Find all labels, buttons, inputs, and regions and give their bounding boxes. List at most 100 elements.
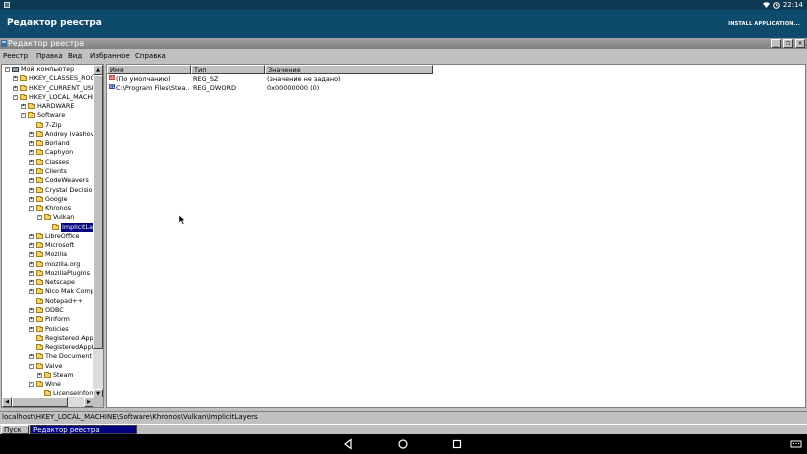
- column-name[interactable]: Имя: [107, 65, 191, 74]
- tree-item[interactable]: + MozillaPlugins: [2, 269, 94, 278]
- expand-icon[interactable]: +: [29, 187, 34, 193]
- expand-icon[interactable]: +: [29, 159, 34, 165]
- folder-icon: [36, 195, 43, 202]
- scroll-left-button[interactable]: ◀: [2, 397, 12, 407]
- tree-item[interactable]: + Crystal Decisions: [2, 186, 94, 195]
- tree-item[interactable]: - Software: [2, 111, 94, 120]
- tree-vertical-scrollbar[interactable]: ▲ ▼: [93, 65, 103, 399]
- install-application-button[interactable]: INSTALL APPLICATION...: [728, 21, 800, 27]
- tree-item[interactable]: + HKEY_CURRENT_USER: [2, 84, 94, 93]
- expand-icon[interactable]: +: [29, 354, 34, 360]
- collapse-icon[interactable]: -: [29, 363, 34, 369]
- expand-icon[interactable]: +: [29, 261, 34, 267]
- tree-item[interactable]: + Caphyon: [2, 148, 94, 157]
- value-row[interactable]: ab (По умолчанию) REG_SZ (значение не за…: [107, 75, 437, 84]
- collapse-icon[interactable]: -: [21, 113, 26, 119]
- tree-item-label: Registered Applic: [45, 333, 94, 342]
- start-button[interactable]: Пуск: [1, 425, 29, 434]
- expand-icon[interactable]: +: [29, 270, 34, 276]
- minimize-button[interactable]: _: [771, 39, 781, 48]
- expand-icon[interactable]: +: [37, 372, 42, 378]
- tree-item[interactable]: - Wine: [2, 380, 94, 389]
- tree-item[interactable]: Notepad++: [2, 297, 94, 306]
- collapse-icon[interactable]: -: [13, 94, 18, 100]
- tree-item[interactable]: + Nico Mak Comput: [2, 287, 94, 296]
- tree-item[interactable]: + Policies: [2, 325, 94, 334]
- tree-item[interactable]: - Vulkan: [2, 213, 94, 222]
- restore-button[interactable]: ❐: [783, 39, 793, 48]
- menu-registry[interactable]: Реестр: [3, 51, 28, 62]
- taskbar-item-regedit[interactable]: Редактор реестра: [30, 425, 137, 434]
- tree-item[interactable]: + CodeWeavers: [2, 176, 94, 185]
- tree-item[interactable]: - Khronos: [2, 204, 94, 213]
- expand-icon[interactable]: +: [29, 289, 34, 295]
- tree-item[interactable]: + ODBC: [2, 306, 94, 315]
- menu-view[interactable]: Вид: [68, 51, 82, 62]
- regedit-icon: [1, 40, 7, 47]
- menu-favorites[interactable]: Избранное: [90, 51, 130, 62]
- recents-icon[interactable]: [451, 438, 463, 450]
- tree-item[interactable]: 7-Zip: [2, 121, 94, 130]
- tree-item[interactable]: + Microsoft: [2, 241, 94, 250]
- tree-item[interactable]: + The Document Fo: [2, 352, 94, 361]
- expand-icon[interactable]: +: [29, 131, 34, 137]
- expand-icon[interactable]: +: [29, 326, 34, 332]
- home-icon[interactable]: [397, 438, 409, 450]
- tree-item[interactable]: + LibreOffice: [2, 232, 94, 241]
- tree-item[interactable]: + HKEY_CLASSES_ROOT: [2, 74, 94, 83]
- collapse-icon[interactable]: -: [29, 382, 34, 388]
- folder-icon: [36, 316, 43, 323]
- expand-icon[interactable]: +: [29, 280, 34, 286]
- tree-item[interactable]: - Valve: [2, 362, 94, 371]
- back-icon[interactable]: [342, 438, 354, 450]
- tree-item[interactable]: + Steam: [2, 371, 94, 380]
- close-button[interactable]: ✕: [795, 39, 805, 48]
- folder-icon: [36, 186, 43, 193]
- tree-item[interactable]: - Мой компьютер: [2, 65, 94, 74]
- expand-icon[interactable]: +: [13, 85, 18, 91]
- expand-icon[interactable]: +: [29, 252, 34, 258]
- column-type[interactable]: Тип: [191, 65, 265, 74]
- tree-item[interactable]: + Mozilla: [2, 250, 94, 259]
- tree-item[interactable]: + Borland: [2, 139, 94, 148]
- menu-help[interactable]: Справка: [135, 51, 166, 62]
- tree-item[interactable]: + Classes: [2, 158, 94, 167]
- expand-icon[interactable]: +: [29, 308, 34, 314]
- tree-item[interactable]: + Piriform: [2, 315, 94, 324]
- expand-icon[interactable]: +: [29, 150, 34, 156]
- expand-icon[interactable]: +: [29, 168, 34, 174]
- tree-item[interactable]: + Google: [2, 195, 94, 204]
- collapse-icon[interactable]: -: [29, 206, 34, 212]
- horizontal-scroll-thumb[interactable]: [12, 397, 68, 407]
- column-data[interactable]: Значение: [265, 65, 433, 74]
- keyboard-icon[interactable]: [790, 438, 802, 450]
- tree-item[interactable]: + Clients: [2, 167, 94, 176]
- expand-icon[interactable]: +: [21, 104, 26, 110]
- tree-item[interactable]: ImplicitLaye: [2, 222, 94, 232]
- tree-item-label: Khronos: [45, 204, 71, 213]
- expand-icon[interactable]: +: [29, 178, 34, 184]
- window-titlebar[interactable]: Редактор реестра _ ❐ ✕: [0, 38, 807, 49]
- folder-icon: [36, 158, 43, 165]
- expand-icon[interactable]: +: [29, 233, 34, 239]
- expand-icon[interactable]: +: [13, 76, 18, 82]
- expand-icon[interactable]: +: [29, 317, 34, 323]
- tree-item[interactable]: - HKEY_LOCAL_MACHINE: [2, 93, 94, 102]
- tree-item[interactable]: + HARDWARE: [2, 102, 94, 111]
- value-row[interactable]: 01 C:\Program Files\Stea... REG_DWORD 0x…: [107, 84, 437, 93]
- menu-edit[interactable]: Правка: [36, 51, 63, 62]
- tree-item[interactable]: + Andrey Ivashov: [2, 130, 94, 139]
- vertical-scroll-thumb[interactable]: [93, 75, 103, 349]
- tree-item[interactable]: RegisteredApplica: [2, 343, 94, 352]
- tree-horizontal-scrollbar[interactable]: ◀ ▶: [2, 397, 94, 407]
- tree-item[interactable]: + Netscape: [2, 278, 94, 287]
- tree-item[interactable]: + mozilla.org: [2, 260, 94, 269]
- folder-icon: [36, 325, 43, 332]
- expand-icon[interactable]: +: [29, 141, 34, 147]
- collapse-icon[interactable]: -: [37, 215, 42, 221]
- scroll-up-button[interactable]: ▲: [93, 65, 103, 75]
- expand-icon[interactable]: +: [29, 243, 34, 249]
- tree-item[interactable]: Registered Applic: [2, 334, 94, 343]
- expand-icon[interactable]: +: [29, 196, 34, 202]
- collapse-icon[interactable]: -: [5, 67, 10, 72]
